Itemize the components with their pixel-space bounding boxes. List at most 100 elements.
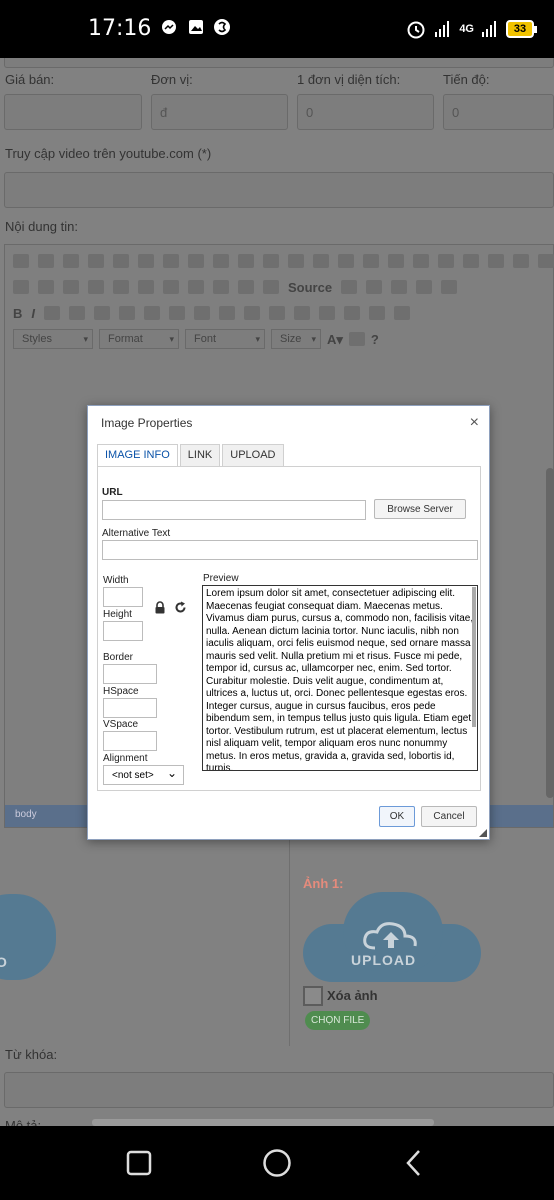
vspace-input[interactable] <box>103 731 157 751</box>
browse-server-button[interactable]: Browse Server <box>374 499 466 519</box>
form-icon[interactable] <box>13 280 29 294</box>
ltr-icon[interactable] <box>344 306 361 320</box>
unit-input[interactable]: đ <box>151 94 288 130</box>
link-icon[interactable] <box>288 254 304 268</box>
unlink-icon[interactable] <box>313 254 329 268</box>
select-all-icon[interactable] <box>238 254 254 268</box>
replace-icon[interactable] <box>213 254 229 268</box>
close-icon[interactable]: × <box>470 414 479 432</box>
height-input[interactable] <box>103 621 143 641</box>
keywords-input[interactable] <box>4 1072 554 1108</box>
text-color-icon[interactable]: A▾ <box>327 332 343 347</box>
paste-icon[interactable] <box>63 254 79 268</box>
templates-icon[interactable] <box>441 280 458 294</box>
horizontal-scrollbar[interactable] <box>92 1119 434 1126</box>
textfield-icon[interactable] <box>88 280 104 294</box>
tab-upload[interactable]: UPLOAD <box>222 444 284 466</box>
rtl-icon[interactable] <box>369 306 386 320</box>
redo-icon[interactable] <box>163 254 179 268</box>
home-icon[interactable] <box>262 1148 292 1178</box>
choose-file-button[interactable]: CHỌN FILE <box>305 1011 371 1030</box>
paste-text-icon[interactable] <box>88 254 104 268</box>
strike-icon[interactable] <box>44 306 61 320</box>
ok-button[interactable]: OK <box>379 806 415 827</box>
url-input[interactable] <box>102 500 366 520</box>
preview-scrollbar[interactable] <box>472 587 476 727</box>
preview-icon[interactable] <box>391 280 408 294</box>
lock-icon[interactable] <box>154 601 166 614</box>
imagebutton-icon[interactable] <box>188 280 204 294</box>
upload-cloud-left[interactable] <box>0 894 56 980</box>
reset-size-icon[interactable] <box>174 601 187 614</box>
upload-cloud[interactable]: UPLOAD <box>303 892 481 982</box>
align-left-icon[interactable] <box>244 306 261 320</box>
align-justify-icon[interactable] <box>319 306 336 320</box>
align-center-icon[interactable] <box>269 306 286 320</box>
size-combo[interactable]: Size <box>271 329 321 349</box>
page-scrollbar[interactable] <box>546 468 554 798</box>
border-input[interactable] <box>103 664 157 684</box>
hr-icon[interactable] <box>438 254 454 268</box>
flash-icon[interactable] <box>388 254 404 268</box>
cut-icon[interactable] <box>13 254 29 268</box>
radio-icon[interactable] <box>63 280 79 294</box>
hiddenfield-icon[interactable] <box>213 280 229 294</box>
omega-icon[interactable] <box>488 254 504 268</box>
removeformat-icon[interactable] <box>69 306 86 320</box>
width-input[interactable] <box>103 587 143 607</box>
language-icon[interactable] <box>394 306 411 320</box>
help-icon[interactable]: ? <box>371 332 379 347</box>
iframe-icon[interactable] <box>538 254 554 268</box>
maximize-icon[interactable] <box>238 280 254 294</box>
source-button[interactable]: Source <box>288 280 332 295</box>
pagebreak-icon[interactable] <box>513 254 529 268</box>
undo-icon[interactable] <box>138 254 154 268</box>
tab-link[interactable]: LINK <box>179 444 221 466</box>
numbered-list-icon[interactable] <box>94 306 111 320</box>
bg-color-icon[interactable] <box>348 332 365 346</box>
spellcheck-icon[interactable] <box>263 254 279 268</box>
progress-input[interactable]: 0 <box>443 94 554 130</box>
button-icon[interactable] <box>163 280 179 294</box>
element-path[interactable]: body <box>15 809 37 820</box>
table-icon[interactable] <box>413 254 429 268</box>
checkbox-icon[interactable] <box>38 280 54 294</box>
bold-icon[interactable]: B <box>13 306 22 321</box>
paste-word-icon[interactable] <box>113 254 129 268</box>
bulleted-list-icon[interactable] <box>119 306 136 320</box>
outdent-icon[interactable] <box>144 306 161 320</box>
blockquote-icon[interactable] <box>194 306 211 320</box>
delete-image-checkbox[interactable] <box>303 986 323 1006</box>
italic-icon[interactable]: I <box>31 306 35 321</box>
hspace-input[interactable] <box>103 698 157 718</box>
preview-box[interactable]: Lorem ipsum dolor sit amet, consectetuer… <box>202 585 478 771</box>
anchor-icon[interactable] <box>338 254 354 268</box>
recent-apps-icon[interactable] <box>126 1150 152 1176</box>
alt-text-input[interactable] <box>102 540 478 560</box>
align-right-icon[interactable] <box>294 306 311 320</box>
back-icon[interactable] <box>404 1148 424 1178</box>
indent-icon[interactable] <box>169 306 186 320</box>
font-combo[interactable]: Font <box>185 329 265 349</box>
price-input[interactable] <box>4 94 142 130</box>
creatediv-icon[interactable] <box>219 306 236 320</box>
find-icon[interactable] <box>188 254 204 268</box>
textarea-icon[interactable] <box>113 280 129 294</box>
newpage-icon[interactable] <box>366 280 383 294</box>
resize-handle[interactable] <box>479 829 487 837</box>
tab-image-info[interactable]: IMAGE INFO <box>97 444 178 466</box>
save-icon[interactable] <box>341 280 358 294</box>
cancel-button[interactable]: Cancel <box>421 806 477 827</box>
styles-combo[interactable]: Styles <box>13 329 93 349</box>
image-icon[interactable] <box>363 254 379 268</box>
area-unit-input[interactable]: 0 <box>297 94 434 130</box>
video-input[interactable] <box>4 172 554 208</box>
format-combo[interactable]: Format <box>99 329 179 349</box>
smiley-icon[interactable] <box>463 254 479 268</box>
showblocks-icon[interactable] <box>263 280 279 294</box>
print-icon[interactable] <box>416 280 433 294</box>
copy-icon[interactable] <box>38 254 54 268</box>
top-field[interactable] <box>4 58 554 68</box>
alignment-select[interactable]: <not set> <box>103 765 184 785</box>
select-icon[interactable] <box>138 280 154 294</box>
